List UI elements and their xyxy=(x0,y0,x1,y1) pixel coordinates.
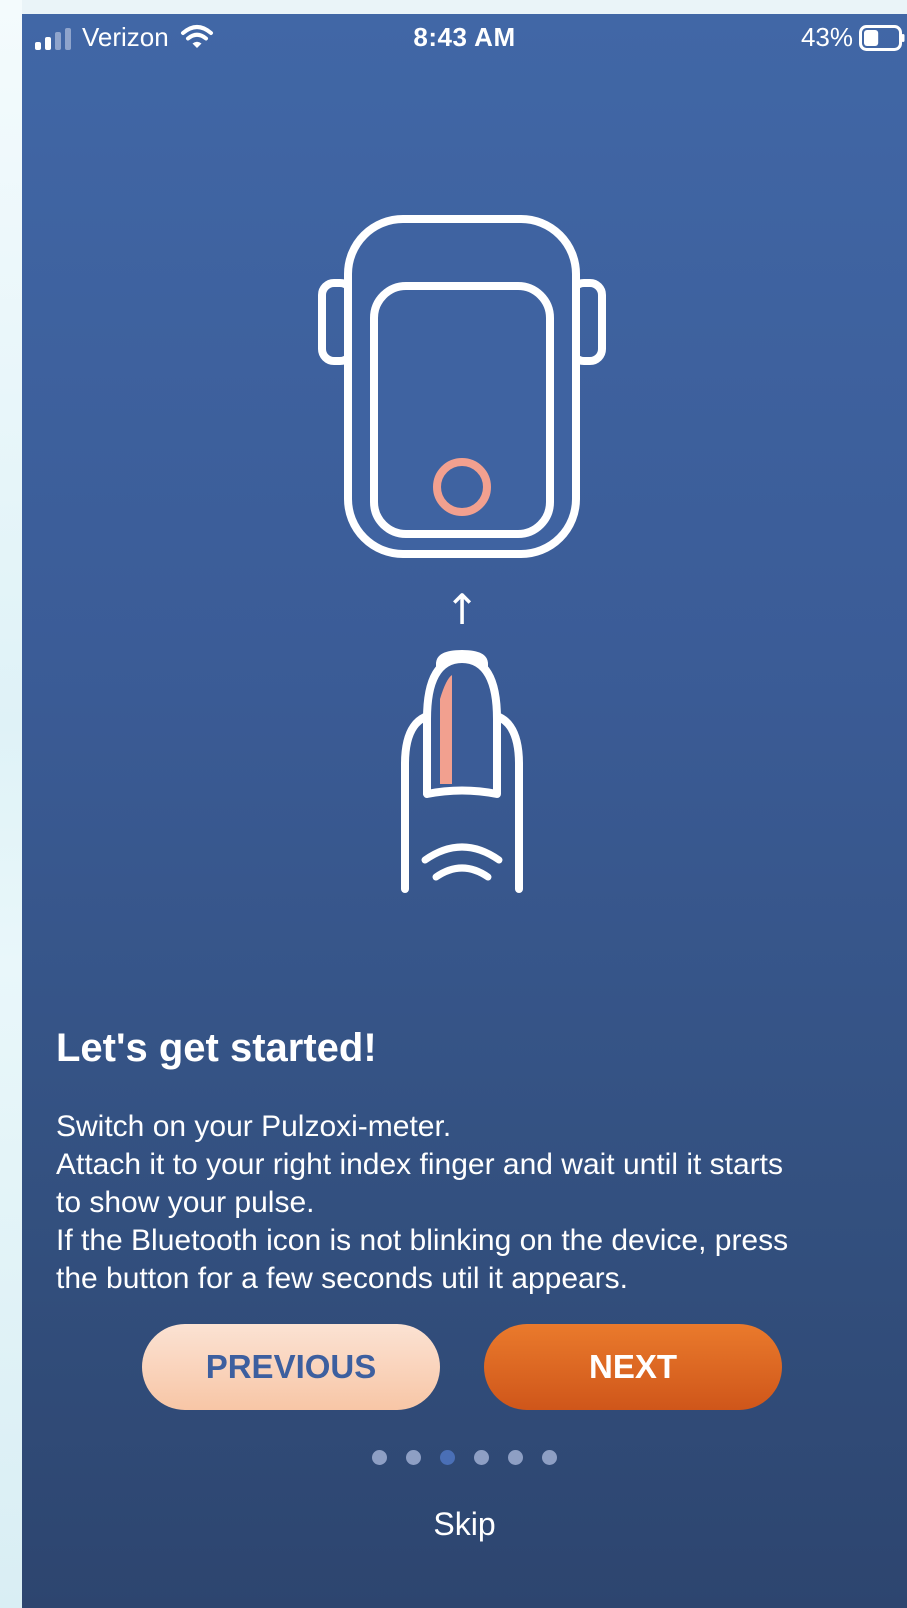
battery-icon xyxy=(859,25,905,51)
page-dot[interactable] xyxy=(372,1450,387,1465)
status-bar: Verizon 8:43 AM 43% xyxy=(22,14,907,62)
instruction-line: the button for a few seconds util it app… xyxy=(56,1262,629,1295)
page-dot[interactable] xyxy=(474,1450,489,1465)
skip-link[interactable]: Skip xyxy=(22,1506,907,1543)
page-dot[interactable] xyxy=(542,1450,557,1465)
onboarding-screen: Verizon 8:43 AM 43% ↑ Let's get started!… xyxy=(22,14,907,1608)
page-indicator xyxy=(22,1450,907,1465)
instruction-line: If the Bluetooth icon is not blinking on… xyxy=(56,1224,789,1257)
onboarding-illustration: ↑ xyxy=(318,215,606,893)
onboarding-heading: Let's get started! xyxy=(56,1026,377,1070)
status-time: 8:43 AM xyxy=(413,22,516,52)
page-dot[interactable] xyxy=(406,1450,421,1465)
onboarding-instructions: Switch on your Pulzoxi-meter. Attach it … xyxy=(56,1108,886,1298)
instruction-line: Switch on your Pulzoxi-meter. xyxy=(56,1110,452,1143)
next-button[interactable]: NEXT xyxy=(484,1324,782,1410)
battery-percentage: 43% xyxy=(800,22,853,52)
instruction-line: Attach it to your right index finger and… xyxy=(56,1148,784,1181)
finger-icon xyxy=(401,650,523,893)
arrow-up-icon: ↑ xyxy=(444,585,479,634)
instruction-line: to show your pulse. xyxy=(56,1186,315,1219)
pulse-oximeter-icon xyxy=(318,215,606,558)
page-dot[interactable] xyxy=(508,1450,523,1465)
background-edge xyxy=(0,0,22,1608)
page-dot-active[interactable] xyxy=(440,1450,455,1465)
battery-level-fill xyxy=(864,30,879,46)
previous-button[interactable]: PREVIOUS xyxy=(142,1324,440,1410)
